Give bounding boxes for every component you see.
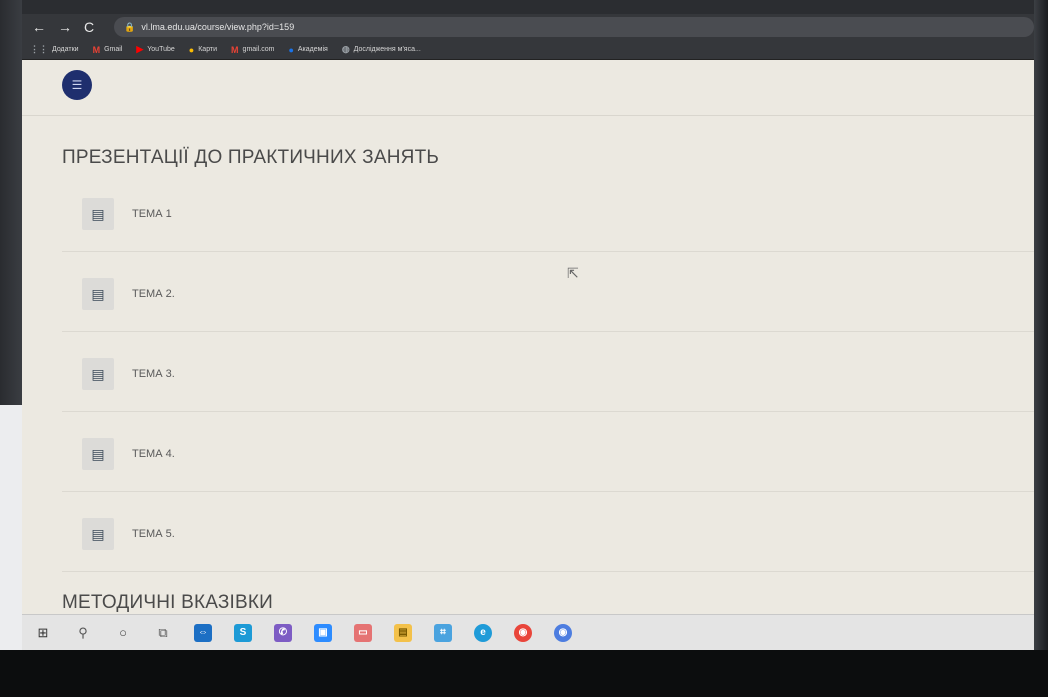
bookmark-label: Додатки <box>52 46 79 53</box>
zoom-icon[interactable]: ▣ <box>314 623 332 642</box>
chrome-alt-icon[interactable]: ◉ <box>554 623 572 642</box>
document-icon: ▤ <box>82 438 114 470</box>
list-item[interactable]: ▤ ТЕМА 1 <box>62 172 1034 252</box>
maps-icon: ● <box>188 44 195 55</box>
list-item-label: ТЕМА 1 <box>132 208 172 220</box>
mouse-cursor-icon: ⇱ <box>567 265 579 281</box>
bookmark-item[interactable]: ⋮⋮ Додатки <box>30 44 79 55</box>
cortana-icon[interactable]: ○ <box>114 624 132 642</box>
drawer-toggle-button[interactable]: ☰ <box>62 70 92 100</box>
bookmark-item[interactable]: ▶ YouTube <box>136 44 174 55</box>
list-item[interactable]: ▤ ТЕМА 4. <box>62 412 1034 492</box>
browser-toolbar: ← → C 🔒 vl.lma.edu.ua/course/view.php?id… <box>22 14 1034 40</box>
youtube-icon: ▶ <box>136 44 144 54</box>
browser-tabstrip <box>22 0 1034 14</box>
list-item-label: ТЕМА 2. <box>132 288 175 300</box>
chrome-icon[interactable]: ◉ <box>514 623 532 642</box>
document-icon: ▤ <box>82 518 114 550</box>
skype-icon[interactable]: S <box>234 623 252 642</box>
list-item[interactable]: ▤ ТЕМА 5. <box>62 492 1034 572</box>
app-icon[interactable]: ⌗ <box>434 623 452 642</box>
screen-bezel-right <box>1034 0 1048 697</box>
url-text: vl.lma.edu.ua/course/view.php?id=159 <box>141 22 295 32</box>
bookmark-label: gmail.com <box>242 46 275 53</box>
academy-icon: ● <box>288 44 294 55</box>
list-item-label: ТЕМА 4. <box>132 448 175 460</box>
bookmark-label: Gmail <box>104 46 123 53</box>
list-item-label: ТЕМА 3. <box>132 368 175 380</box>
bookmark-item[interactable]: ● Академія <box>288 45 327 55</box>
section-title-guidelines: МЕТОДИЧНІ ВКАЗІВКИ <box>62 592 274 613</box>
lock-icon: 🔒 <box>124 21 136 32</box>
gmail-icon: M <box>92 44 101 55</box>
bookmark-label: Академія <box>297 46 328 53</box>
monitor-screen: ← → C 🔒 vl.lma.edu.ua/course/view.php?id… <box>22 0 1034 650</box>
address-bar[interactable]: 🔒 vl.lma.edu.ua/course/view.php?id=159 <box>114 17 1034 37</box>
list-item-label: ТЕМА 5. <box>132 528 175 540</box>
file-explorer-icon[interactable]: ▤ <box>394 623 412 642</box>
search-icon[interactable]: ⚲ <box>74 624 92 642</box>
menu-icon: ☰ <box>71 78 83 92</box>
forward-button[interactable]: → <box>58 20 72 34</box>
bookmark-item[interactable]: ● Карти <box>189 45 217 55</box>
viber-icon[interactable]: ✆ <box>274 623 292 642</box>
bookmark-item[interactable]: M Gmail <box>93 45 123 55</box>
task-view-icon[interactable]: ⧉ <box>154 624 172 642</box>
section-title-presentations: ПРЕЗЕНТАЦІЇ ДО ПРАКТИЧНИХ ЗАНЯТЬ <box>62 147 440 168</box>
globe-icon: ◍ <box>341 44 350 54</box>
bookmarks-bar: ⋮⋮ Додатки M Gmail ▶ YouTube ● Карти Mgmail.com ●… <box>22 40 1034 60</box>
reload-button[interactable]: C <box>84 20 94 34</box>
gmail-icon: M <box>231 44 239 55</box>
windows-taskbar: ⊞ ⚲ ○ ⧉ ⇔ S ✆ ▣ ▭ ▤ ⌗ e ◉ ◉ <box>22 614 1034 650</box>
screen-bezel-bottom <box>0 650 1048 697</box>
bookmark-label: Карти <box>198 46 218 53</box>
teamviewer-icon[interactable]: ⇔ <box>194 623 212 642</box>
media-icon[interactable]: ▭ <box>354 623 372 642</box>
bookmark-label: Дослідження м'яса... <box>353 46 421 53</box>
bookmark-label: YouTube <box>147 46 175 53</box>
bookmark-item[interactable]: Mgmail.com <box>231 45 274 55</box>
document-icon: ▤ <box>82 278 114 310</box>
list-item[interactable]: ▤ ТЕМА 2. <box>62 252 1034 332</box>
list-item[interactable]: ▤ ТЕМА 3. <box>62 332 1034 412</box>
start-icon[interactable]: ⊞ <box>34 624 52 642</box>
edge-icon[interactable]: e <box>474 623 492 642</box>
document-icon: ▤ <box>82 358 114 390</box>
page-header: ☰ <box>22 60 1034 116</box>
bookmark-item[interactable]: ◍ Дослідження м'яса... <box>342 44 421 55</box>
back-button[interactable]: ← <box>32 20 46 34</box>
document-icon: ▤ <box>82 198 114 230</box>
apps-icon: ⋮⋮ <box>30 44 48 54</box>
